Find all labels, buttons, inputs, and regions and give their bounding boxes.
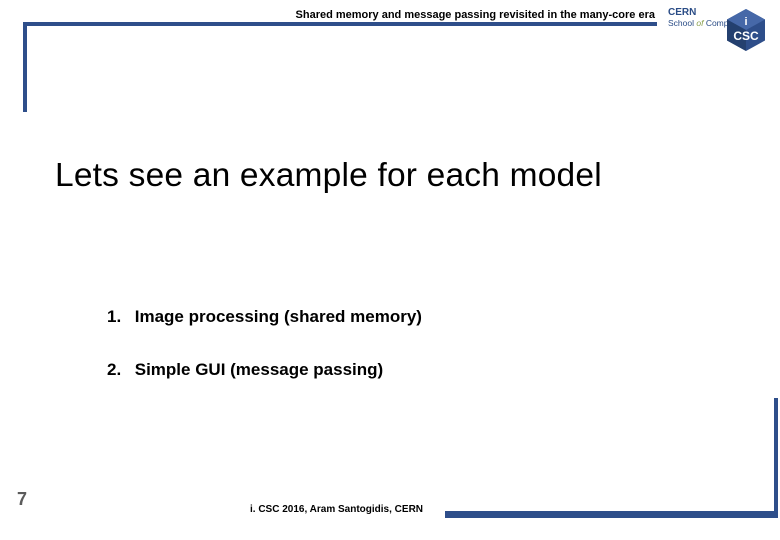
list-text: Image processing (shared memory) — [135, 307, 422, 326]
badge-top-letter: i — [744, 16, 747, 28]
logo: CERN School of Computing i CSC — [662, 2, 772, 58]
list-number: 2. — [107, 360, 130, 380]
hexagon-icon: i CSC — [724, 8, 768, 52]
list-text: Simple GUI (message passing) — [135, 360, 383, 379]
top-rule-horizontal — [23, 22, 657, 26]
top-rule-vertical — [23, 22, 27, 112]
header-subtitle: Shared memory and message passing revisi… — [295, 9, 655, 21]
ordered-list: 1. Image processing (shared memory) 2. S… — [107, 307, 422, 413]
page-title: Lets see an example for each model — [55, 157, 602, 195]
list-item: 1. Image processing (shared memory) — [107, 307, 422, 327]
footer-rule-horizontal — [445, 511, 778, 518]
badge-bottom-letters: CSC — [733, 29, 759, 43]
footer-text: i. CSC 2016, Aram Santogidis, CERN — [250, 504, 423, 515]
page-number: 7 — [17, 489, 27, 510]
footer-rule-vertical — [774, 398, 778, 518]
slide: Shared memory and message passing revisi… — [0, 0, 780, 540]
list-item: 2. Simple GUI (message passing) — [107, 360, 422, 380]
list-number: 1. — [107, 307, 130, 327]
logo-school-pre: School — [668, 18, 696, 28]
